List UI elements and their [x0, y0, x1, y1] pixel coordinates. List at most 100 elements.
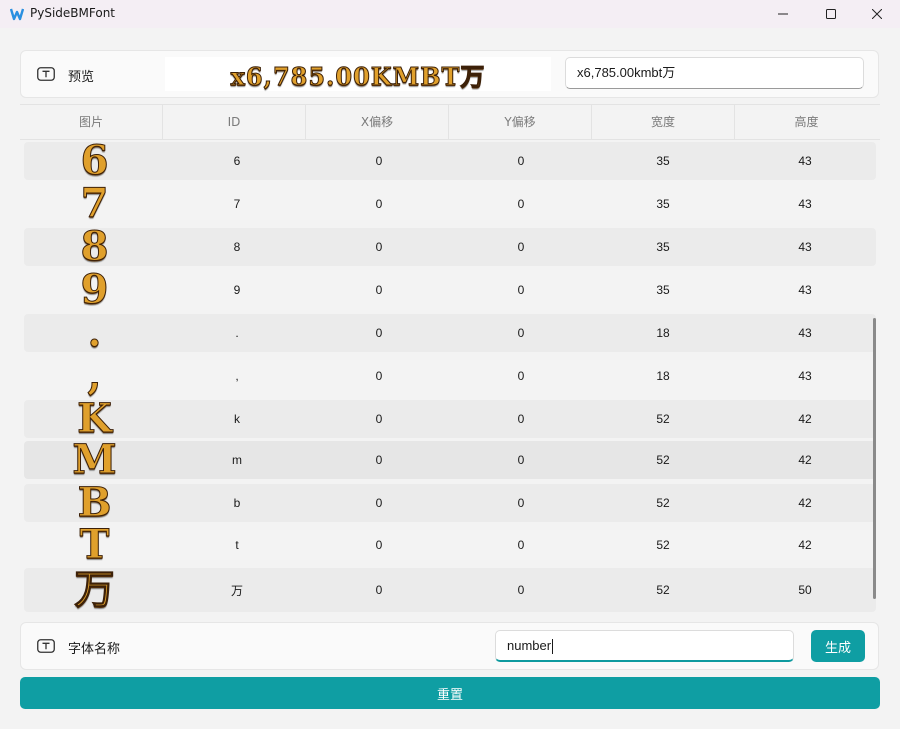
cell-width: 52	[656, 453, 670, 467]
cell-height: 42	[798, 412, 812, 426]
cell-height: 43	[798, 240, 812, 254]
cell-height: 42	[798, 453, 812, 467]
table-row[interactable]: 8 8 0 0 35 43	[24, 223, 876, 270]
cell-x-offset: 0	[375, 197, 383, 211]
cell-id: 9	[233, 283, 241, 297]
table-row[interactable]: Mm 0 0 52 42	[24, 439, 876, 480]
preview-image-text: x6,785.00KMBT万	[230, 61, 486, 91]
cell-glyph-image: K	[24, 395, 166, 442]
cell-width: 18	[656, 369, 670, 383]
cell-x-offset: 0	[375, 326, 383, 340]
cell-y-offset: 0	[517, 326, 525, 340]
table-row[interactable]: 万 万 0 0 52 50	[24, 568, 876, 612]
cell-y-offset: 0	[517, 412, 525, 426]
cell-y-offset: 0	[517, 453, 525, 467]
minimize-button[interactable]	[760, 0, 806, 28]
cell-glyph-image: 8	[24, 223, 166, 270]
table-row[interactable]: .. 0 0 18 43	[24, 312, 876, 353]
cell-x-offset: 0	[375, 538, 383, 552]
cell-y-offset: 0	[517, 369, 525, 383]
cell-y-offset: 0	[517, 283, 525, 297]
cell-id: 8	[233, 240, 241, 254]
font-name-value: number	[507, 638, 552, 653]
cell-glyph-image: 9	[24, 266, 166, 313]
cell-y-offset: 0	[517, 583, 525, 597]
cell-x-offset: 0	[375, 583, 383, 597]
glyph-image: 8	[80, 223, 110, 270]
table-scrollbar[interactable]	[873, 318, 876, 599]
close-button[interactable]	[854, 0, 900, 28]
close-icon	[872, 9, 882, 19]
cell-height: 43	[798, 369, 812, 383]
table-row[interactable]: ,, 0 0 18 43	[24, 352, 876, 399]
cell-id: 万	[230, 583, 243, 598]
cell-glyph-image: B	[24, 482, 166, 523]
cell-y-offset: 0	[517, 154, 525, 168]
cell-y-offset: 0	[517, 197, 525, 211]
cell-id: t	[235, 538, 239, 552]
cell-id: ,	[235, 369, 239, 383]
preview-text-input[interactable]: x6,785.00kmbt万	[565, 57, 864, 89]
cell-height: 43	[798, 283, 812, 297]
cell-id: m	[232, 453, 242, 467]
preview-card: 预览 x6,785.00KMBT万 x6,785.00kmbt万	[20, 50, 879, 98]
cell-width: 35	[656, 154, 670, 168]
column-header-y-offset[interactable]: Y偏移	[449, 105, 592, 139]
glyph-image: 万	[74, 566, 116, 613]
glyph-image: 9	[80, 266, 110, 313]
table-row[interactable]: Tt 0 0 52 42	[24, 524, 876, 565]
column-header-width[interactable]: 宽度	[592, 105, 735, 139]
app-logo-icon	[10, 8, 24, 21]
reset-button[interactable]: 重置	[20, 677, 880, 709]
text-cursor	[552, 639, 554, 655]
window-title: PySideBMFont	[30, 6, 116, 20]
preview-label: 预览	[68, 70, 95, 85]
cell-x-offset: 0	[375, 496, 383, 510]
cell-height: 50	[798, 583, 812, 597]
column-header-image[interactable]: 图片	[20, 105, 163, 139]
table-row[interactable]: Bb 0 0 52 42	[24, 482, 876, 523]
cell-x-offset: 0	[375, 283, 383, 297]
column-header-x-offset[interactable]: X偏移	[306, 105, 449, 139]
table-header: 图片 ID X偏移 Y偏移 宽度 高度	[20, 104, 880, 140]
table-row[interactable]: 7 7 0 0 35 43	[24, 180, 876, 227]
cell-width: 52	[656, 412, 670, 426]
cell-width: 18	[656, 326, 670, 340]
cell-height: 42	[798, 538, 812, 552]
column-header-id[interactable]: ID	[163, 105, 306, 139]
cell-width: 52	[656, 496, 670, 510]
font-name-label: 字体名称	[68, 642, 121, 657]
text-icon	[37, 639, 55, 653]
cell-glyph-image: .	[24, 312, 166, 353]
glyph-image: ,	[87, 352, 103, 399]
cell-height: 43	[798, 326, 812, 340]
cell-id: 7	[233, 197, 241, 211]
maximize-button[interactable]	[808, 0, 854, 28]
font-name-input[interactable]: number	[495, 630, 794, 662]
table-row[interactable]: 6 6 0 0 35 43	[24, 140, 876, 181]
cell-width: 35	[656, 240, 670, 254]
cell-glyph-image: M	[24, 439, 166, 480]
glyph-table: 图片 ID X偏移 Y偏移 宽度 高度 6 6 0 0 35 43 7 7 0 0 35 43 8 8 0 0…	[20, 104, 880, 618]
cell-id: b	[233, 496, 241, 510]
cell-x-offset: 0	[375, 369, 383, 383]
cell-width: 35	[656, 283, 670, 297]
cell-id: .	[235, 326, 239, 340]
cell-height: 43	[798, 154, 812, 168]
cell-width: 52	[656, 538, 670, 552]
text-icon	[37, 67, 55, 81]
glyph-image: 7	[80, 180, 110, 227]
cell-id: 6	[233, 154, 241, 168]
generate-button[interactable]: 生成	[811, 630, 865, 662]
column-header-height[interactable]: 高度	[735, 105, 878, 139]
table-row[interactable]: 9 9 0 0 35 43	[24, 266, 876, 313]
cell-width: 52	[656, 583, 670, 597]
cell-height: 43	[798, 197, 812, 211]
cell-x-offset: 0	[375, 240, 383, 254]
font-name-card: 字体名称 number 生成	[20, 622, 879, 670]
glyph-image: K	[77, 395, 113, 442]
cell-y-offset: 0	[517, 538, 525, 552]
table-row[interactable]: Kk 0 0 52 42	[24, 395, 876, 442]
cell-y-offset: 0	[517, 496, 525, 510]
cell-glyph-image: 万	[24, 566, 166, 613]
